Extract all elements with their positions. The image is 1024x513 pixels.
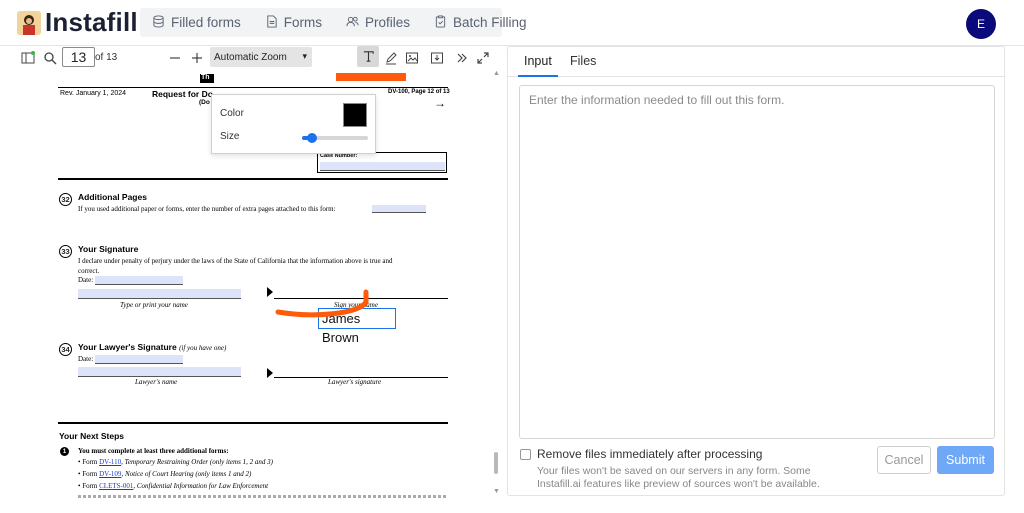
color-swatch[interactable]	[343, 103, 367, 127]
text-tool-icon[interactable]	[357, 46, 379, 67]
scroll-up-icon[interactable]: ▲	[493, 70, 500, 77]
active-tab-indicator	[518, 75, 558, 77]
nav-label: Profiles	[365, 15, 411, 30]
size-slider[interactable]	[302, 133, 368, 143]
remove-files-checkbox[interactable]	[520, 449, 531, 460]
pdf-viewer: 13 of 13 Automatic Zoom ▾ Th Rev. Januar…	[14, 46, 500, 513]
logo-icon[interactable]	[17, 11, 41, 35]
size-label: Size	[220, 131, 240, 142]
zoom-value: Automatic Zoom	[214, 51, 287, 63]
nav-forms[interactable]: Forms	[253, 8, 334, 37]
top-bar: Instafill Filled forms Forms Profiles Ba…	[0, 0, 1024, 46]
sidebar-toggle-icon[interactable]	[20, 48, 36, 67]
input-panel: Input Files Enter the information needed…	[507, 46, 1005, 496]
panel-tabs: Input Files	[508, 47, 1004, 77]
underline-mark	[275, 289, 369, 318]
main-nav: Filled forms Forms Profiles Batch Fillin…	[140, 8, 527, 37]
nav-label: Forms	[283, 15, 323, 30]
submit-button[interactable]: Submit	[937, 446, 994, 474]
nav-label: Filled forms	[171, 15, 241, 30]
search-icon[interactable]	[42, 48, 58, 67]
zoom-select[interactable]: Automatic Zoom ▾	[210, 47, 312, 67]
nav-filled-forms[interactable]: Filled forms	[140, 8, 253, 37]
color-label: Color	[220, 108, 244, 119]
brand-name[interactable]: Instafill	[45, 7, 138, 38]
scroll-down-icon[interactable]: ▼	[493, 488, 500, 495]
nav-label: Batch Filling	[453, 15, 527, 30]
tab-files[interactable]: Files	[570, 54, 596, 68]
pdf-page-area: Th Rev. January 1, 2024 Request for Do (…	[14, 70, 492, 513]
clipboard-icon	[434, 14, 447, 31]
draw-pen-icon[interactable]	[383, 48, 399, 67]
cancel-button[interactable]: Cancel	[877, 446, 931, 474]
size-slider-handle[interactable]	[306, 133, 317, 143]
database-icon	[152, 14, 165, 31]
page-number-input[interactable]: 13	[62, 47, 95, 67]
pdf-scrollbar[interactable]: ▲ ▼	[492, 70, 500, 513]
more-tools-icon[interactable]	[454, 48, 470, 67]
user-avatar[interactable]: E	[966, 9, 996, 39]
highlight-mark	[336, 73, 406, 81]
zoom-out-icon[interactable]	[167, 48, 183, 67]
remove-files-label[interactable]: Remove files immediately after processin…	[537, 447, 762, 461]
chevron-down-icon: ▾	[302, 51, 307, 61]
remove-files-description: Your files won't be saved on our servers…	[537, 465, 820, 490]
page-count: of 13	[95, 52, 118, 63]
text-style-popup: Color Size	[211, 94, 376, 154]
document-icon	[265, 14, 278, 31]
nav-profiles[interactable]: Profiles	[334, 8, 422, 37]
nav-batch-filling[interactable]: Batch Filling	[422, 8, 539, 37]
users-icon	[346, 15, 359, 31]
fullscreen-icon[interactable]	[475, 48, 491, 67]
image-tool-icon[interactable]	[404, 48, 420, 67]
save-download-icon[interactable]	[429, 48, 445, 67]
scrollbar-thumb[interactable]	[494, 452, 498, 474]
zoom-in-icon[interactable]	[189, 48, 205, 67]
information-input[interactable]: Enter the information needed to fill out…	[519, 85, 995, 439]
pdf-toolbar: 13 of 13 Automatic Zoom ▾	[14, 46, 500, 70]
tab-input[interactable]: Input	[524, 54, 552, 68]
